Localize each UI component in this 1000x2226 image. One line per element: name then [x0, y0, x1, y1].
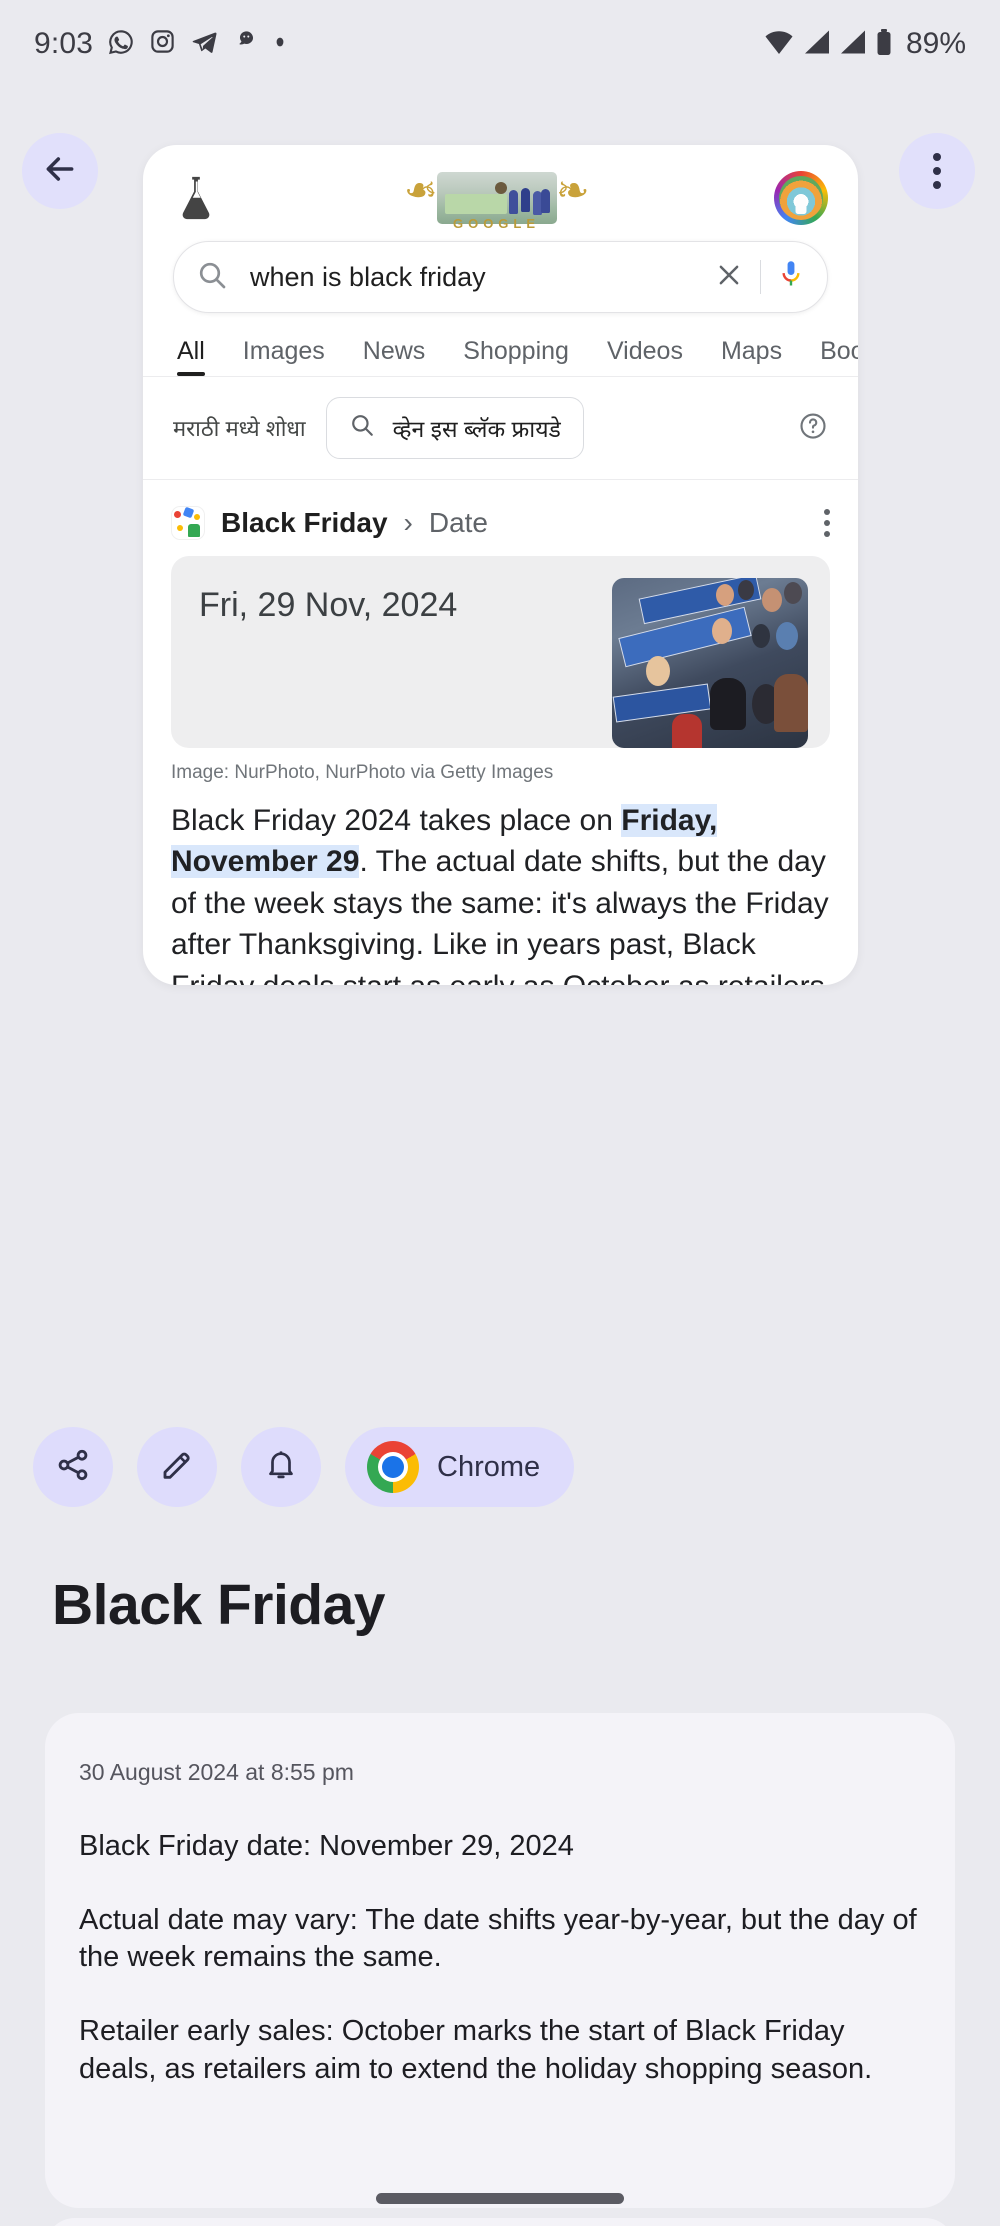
featured-snippet: Black Friday 2024 takes place on Friday,…: [143, 784, 858, 985]
note-paragraph: Retailer early sales: October marks the …: [79, 2015, 873, 2085]
status-bar: 9:03 89%: [0, 0, 1000, 88]
back-arrow-icon: [40, 149, 80, 194]
next-card-peek[interactable]: [45, 2218, 955, 2226]
phone-screen: 9:03 89% ❧ ❧ GOOGLE when is black friday…: [0, 0, 1000, 2226]
tab-videos[interactable]: Videos: [607, 337, 683, 376]
profile-avatar[interactable]: [774, 171, 828, 225]
tab-shopping[interactable]: Shopping: [463, 337, 569, 376]
bell-icon: [264, 1448, 298, 1487]
note-paragraph: Actual date may vary: The date shifts ye…: [79, 1903, 917, 1974]
page-title: Black Friday: [52, 1573, 386, 1637]
google-header: ❧ ❧ GOOGLE: [143, 145, 858, 237]
wifi-icon: [764, 29, 794, 60]
note-paragraph: Black Friday date: November 29, 2024: [79, 1830, 574, 1862]
google-doodle[interactable]: ❧ ❧ GOOGLE: [402, 167, 592, 231]
knowledge-panel-answer: Fri, 29 Nov, 2024: [171, 556, 830, 748]
back-button[interactable]: [22, 133, 98, 209]
tab-books[interactable]: Books: [820, 337, 858, 376]
instagram-icon: [149, 28, 176, 60]
search-icon: [349, 412, 375, 444]
app-notification-icon: [233, 28, 260, 60]
battery-percent: 89%: [905, 27, 966, 60]
laurel-wreath-right-icon: ❧: [555, 169, 590, 213]
chrome-button[interactable]: Chrome: [345, 1427, 575, 1507]
notification-button[interactable]: [241, 1427, 321, 1507]
share-button[interactable]: [33, 1427, 113, 1507]
tab-images[interactable]: Images: [243, 337, 325, 376]
translated-query-chip[interactable]: व्हेन इस ब्लॅक फ्रायडे: [325, 397, 584, 459]
close-icon[interactable]: [714, 260, 744, 295]
status-bar-right: 89%: [764, 27, 966, 61]
summary-note-card[interactable]: 30 August 2024 at 8:55 pm Black Friday d…: [45, 1713, 955, 2208]
share-icon: [55, 1447, 91, 1488]
help-circle-icon[interactable]: [798, 411, 828, 446]
avatar-image: [779, 176, 823, 220]
search-icon: [196, 259, 228, 296]
search-bar[interactable]: when is black friday: [173, 241, 828, 313]
pencil-icon: [159, 1447, 195, 1488]
signal-bar-icon: [839, 29, 866, 60]
tab-maps[interactable]: Maps: [721, 337, 782, 376]
holiday-confetti-icon: [171, 506, 205, 540]
dot-icon: [274, 35, 286, 53]
language-suggestion-row: मराठी मध्ये शोधा व्हेन इस ब्लॅक फ्रायडे: [143, 377, 858, 480]
doodle-wordmark: GOOGLE: [452, 216, 541, 231]
answer-date-value: Fri, 29 Nov, 2024: [199, 586, 458, 624]
doodle-figures: [507, 186, 551, 220]
microphone-icon[interactable]: [777, 259, 805, 296]
snippet-text-before: Black Friday 2024 takes place on: [171, 804, 622, 837]
kp-attribute: Date: [428, 507, 489, 538]
image-credit: Image: NurPhoto, NurPhoto via Getty Imag…: [171, 762, 554, 783]
gesture-nav-handle[interactable]: [376, 2193, 624, 2204]
laurel-wreath-left-icon: ❧: [403, 169, 438, 213]
screenshot-preview-card[interactable]: ❧ ❧ GOOGLE when is black friday All Imag…: [143, 145, 858, 985]
more-vertical-icon: [933, 153, 941, 189]
whatsapp-icon: [107, 28, 135, 61]
translated-query-text: व्हेन इस ब्लॅक फ्रायडे: [392, 416, 561, 442]
battery-icon: [875, 28, 893, 61]
overflow-menu-button[interactable]: [899, 133, 975, 209]
more-vertical-icon[interactable]: [824, 509, 830, 537]
action-buttons-row: Chrome: [33, 1427, 575, 1507]
language-label: मराठी मध्ये शोधा: [173, 416, 306, 441]
lab-flask-icon[interactable]: [173, 173, 219, 223]
tab-all[interactable]: All: [177, 337, 205, 376]
divider: [760, 260, 761, 294]
kp-separator: ›: [403, 507, 413, 538]
tab-news[interactable]: News: [363, 337, 426, 376]
status-bar-left: 9:03: [34, 27, 286, 61]
telegram-icon: [190, 27, 219, 61]
search-tabs[interactable]: All Images News Shopping Videos Maps Boo…: [143, 313, 858, 377]
chrome-icon: [367, 1441, 419, 1493]
signal-bar-icon: [803, 29, 830, 60]
black-friday-crowd-photo: [612, 578, 808, 748]
search-input[interactable]: when is black friday: [250, 262, 714, 293]
status-time: 9:03: [34, 27, 94, 60]
knowledge-panel-header: Black Friday › Date: [143, 480, 858, 556]
kp-entity-title: Black Friday: [221, 507, 388, 538]
note-timestamp: 30 August 2024 at 8:55 pm: [79, 1759, 354, 1785]
edit-button[interactable]: [137, 1427, 217, 1507]
chrome-button-label: Chrome: [437, 1450, 541, 1483]
